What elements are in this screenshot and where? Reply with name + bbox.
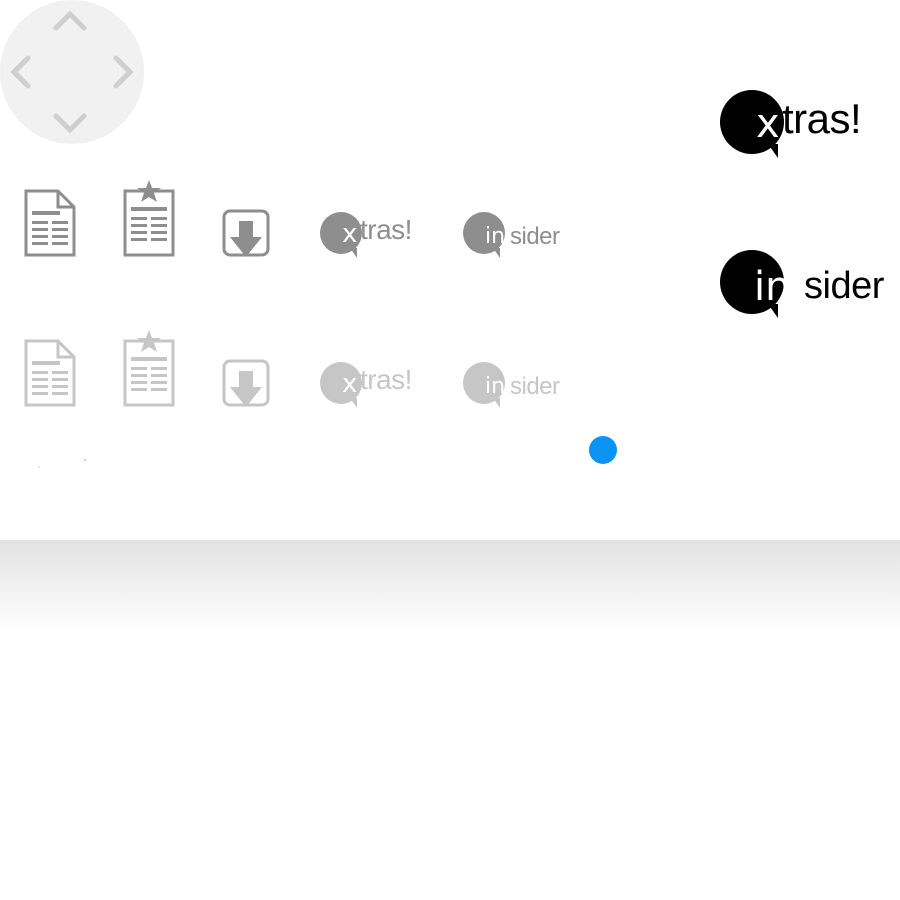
shadow-gradient-band xyxy=(0,540,900,635)
article-icon-faded[interactable] xyxy=(24,339,76,407)
insider-logo-large: in sider xyxy=(720,250,884,320)
insider-logo-lead: in xyxy=(485,374,506,399)
download-icon[interactable] xyxy=(222,209,270,261)
chevron-up-icon[interactable] xyxy=(50,2,90,42)
logo-bubble-tail xyxy=(350,398,357,408)
chevron-left-icon[interactable] xyxy=(2,52,42,92)
blue-dot-indicator xyxy=(589,436,617,464)
insider-logo-text: sider xyxy=(804,265,884,307)
logo-bubble-tail xyxy=(350,248,357,258)
insider-logo-text: sider xyxy=(510,373,560,400)
download-icon-faded[interactable] xyxy=(222,359,270,411)
insider-logo[interactable]: in sider xyxy=(463,212,563,282)
insider-logo-text: sider xyxy=(510,223,560,250)
featured-article-icon[interactable] xyxy=(123,179,175,257)
xtras-logo-text: tras! xyxy=(782,95,862,142)
xtras-logo-lead: x xyxy=(342,219,358,249)
xtras-logo-text: tras! xyxy=(360,364,412,395)
insider-logo-faded[interactable]: in sider xyxy=(463,362,563,432)
dpad-control xyxy=(0,0,144,144)
speck xyxy=(84,459,86,461)
chevron-right-icon[interactable] xyxy=(102,52,142,92)
speck xyxy=(38,466,40,468)
chevron-down-icon[interactable] xyxy=(50,102,90,142)
insider-logo-lead: in xyxy=(485,224,506,249)
xtras-logo-faded[interactable]: x tras! xyxy=(320,362,420,432)
xtras-logo-lead: x xyxy=(342,369,358,399)
xtras-logo-large: x tras! xyxy=(720,90,880,160)
article-icon[interactable] xyxy=(24,189,76,257)
featured-article-icon-faded[interactable] xyxy=(123,329,175,407)
xtras-logo[interactable]: x tras! xyxy=(320,212,420,282)
insider-logo-lead: in xyxy=(754,264,791,310)
xtras-logo-text: tras! xyxy=(360,214,412,245)
xtras-logo-lead: x xyxy=(756,101,780,147)
